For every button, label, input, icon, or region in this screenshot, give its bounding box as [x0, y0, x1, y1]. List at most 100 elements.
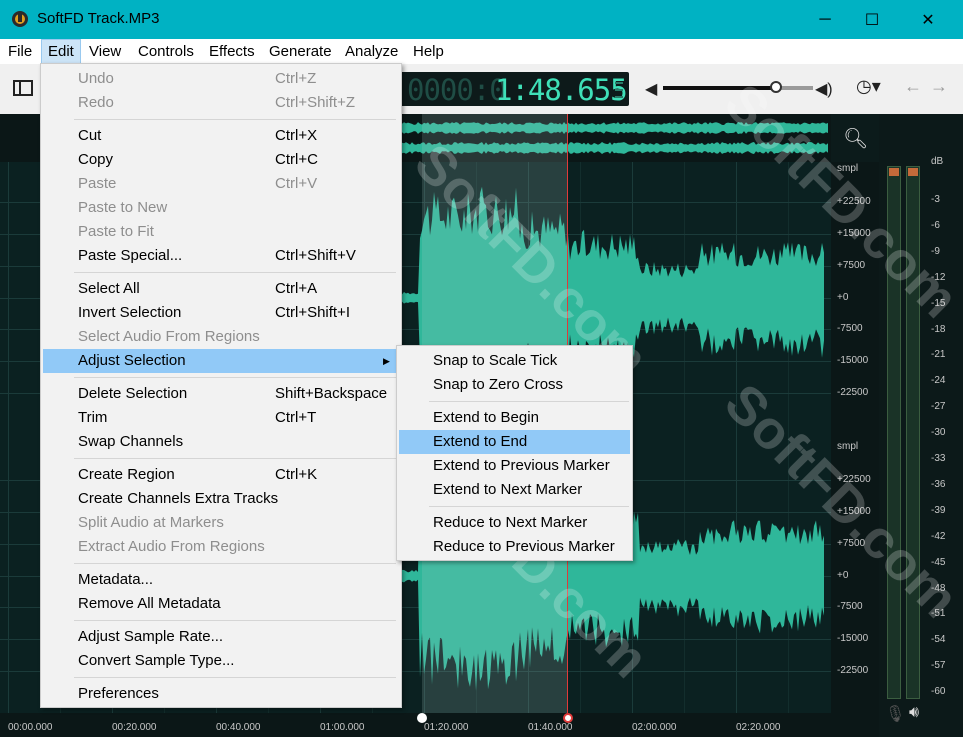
volume-slider-thumb[interactable] [769, 81, 782, 93]
menu-separator [74, 677, 396, 678]
adjust-selection-submenu: Snap to Scale Tick Snap to Zero Cross Ex… [396, 345, 633, 561]
peak-indicator [908, 168, 918, 176]
forward-arrow-icon[interactable]: → [930, 76, 948, 97]
time-label: 00:00.000 [8, 722, 53, 733]
menu-bar: File Edit View Controls Effects Generate… [0, 39, 963, 64]
menu-item-paste-to-fit[interactable]: Paste to Fit [43, 220, 399, 244]
menu-item-create-region[interactable]: Create Region Ctrl+K [43, 463, 399, 487]
playhead-marker[interactable] [563, 713, 573, 723]
meter-tick: -12 [931, 271, 946, 283]
title-bar: SoftFD Track.MP3 ─ ☐ ✕ [0, 0, 963, 39]
sidebar-toggle-icon[interactable] [13, 80, 33, 96]
scale-unit-top: smpl [837, 163, 859, 174]
menu-item-paste-special[interactable]: Paste Special... Ctrl+Shift+V [43, 244, 399, 268]
meter-tick: -24 [931, 375, 946, 387]
menu-item-create-channels-extra-tracks[interactable]: Create Channels Extra Tracks [43, 487, 399, 511]
submenu-item-extend-to-previous-marker[interactable]: Extend to Previous Marker [399, 454, 630, 478]
menu-analyze[interactable]: Analyze [339, 39, 404, 64]
meter-tick: -51 [931, 608, 946, 620]
submenu-item-snap-to-scale-tick[interactable]: Snap to Scale Tick [399, 349, 630, 373]
meter-tick: -15 [931, 297, 946, 309]
volume-icon[interactable]: ◀ [645, 79, 657, 99]
close-button[interactable]: ✕ [905, 0, 951, 39]
meter-tick: -18 [931, 323, 946, 335]
scale-tick: +22500 [837, 196, 871, 207]
menu-item-adjust-selection[interactable]: Adjust Selection ▶ [43, 349, 399, 373]
scale-tick: +15000 [837, 228, 871, 239]
menu-file[interactable]: File [2, 39, 38, 64]
menu-controls[interactable]: Controls [132, 39, 200, 64]
volume-slider[interactable] [663, 81, 813, 93]
meter-tick: -48 [931, 582, 946, 594]
menu-item-select-audio-from-regions[interactable]: Select Audio From Regions [43, 325, 399, 349]
menu-item-split-audio-at-markers[interactable]: Split Audio at Markers [43, 511, 399, 535]
time-ruler[interactable]: 00:00.000 00:20.000 00:40.000 01:00.000 … [0, 713, 879, 737]
edit-menu-dropdown: Undo Ctrl+Z Redo Ctrl+Shift+Z Cut Ctrl+X Co… [40, 63, 402, 708]
meter-tick: -21 [931, 349, 946, 361]
meter-tick: -30 [931, 427, 946, 439]
menu-item-adjust-sample-rate[interactable]: Adjust Sample Rate... [43, 625, 399, 649]
menu-item-paste-to-new[interactable]: Paste to New [43, 196, 399, 220]
menu-item-swap-channels[interactable]: Swap Channels [43, 430, 399, 454]
time-label: 00:20.000 [112, 722, 157, 733]
menu-item-undo[interactable]: Undo Ctrl+Z [43, 67, 399, 91]
speaker-icon[interactable]: 🔊︎ [909, 704, 919, 722]
minimize-button[interactable]: ─ [802, 0, 848, 39]
menu-item-preferences[interactable]: Preferences [43, 682, 399, 706]
maximize-button[interactable]: ☐ [849, 0, 895, 39]
meter-tick: -33 [931, 453, 946, 464]
menu-item-metadata[interactable]: Metadata... [43, 568, 399, 592]
menu-item-redo[interactable]: Redo Ctrl+Shift+Z [43, 91, 399, 115]
menu-view[interactable]: View [83, 39, 127, 64]
meter-tick: -6 [931, 219, 940, 231]
menu-help[interactable]: Help [407, 39, 450, 64]
time-label: 00:40.000 [216, 722, 261, 733]
menu-separator [74, 620, 396, 621]
menu-item-trim[interactable]: Trim Ctrl+T [43, 406, 399, 430]
menu-generate[interactable]: Generate [263, 39, 338, 64]
timecode-ghost-digits: 0000:0 [407, 73, 507, 107]
menu-item-select-all[interactable]: Select All Ctrl+A [43, 277, 399, 301]
scale-tick: -22500 [837, 387, 869, 398]
submenu-item-extend-to-end[interactable]: Extend to End [399, 430, 630, 454]
submenu-arrow-icon: ▶ [383, 356, 390, 366]
menu-edit[interactable]: Edit [41, 39, 81, 64]
scale-unit-bottom: smpl [837, 441, 859, 452]
submenu-item-snap-to-zero-cross[interactable]: Snap to Zero Cross [399, 373, 630, 397]
menu-item-cut[interactable]: Cut Ctrl+X [43, 124, 399, 148]
menu-item-convert-sample-type[interactable]: Convert Sample Type... [43, 649, 399, 673]
back-arrow-icon[interactable]: ← [904, 76, 922, 97]
menu-separator [429, 506, 629, 507]
scale-tick: -15000 [837, 633, 869, 644]
selection-start-marker[interactable] [417, 713, 427, 723]
time-label: 01:20.000 [424, 722, 469, 733]
clock-icon[interactable]: ◷▾ [856, 76, 881, 97]
menu-item-extract-audio-from-regions[interactable]: Extract Audio From Regions [43, 535, 399, 559]
volume-slider-fill [663, 86, 776, 90]
scale-tick: -7500 [837, 601, 863, 612]
menu-separator [74, 119, 396, 120]
scale-tick: +22500 [837, 474, 871, 485]
submenu-item-reduce-to-previous-marker[interactable]: Reduce to Previous Marker [399, 535, 630, 559]
volume-max-icon[interactable]: ◀) [815, 79, 833, 99]
level-meter-right [906, 166, 920, 699]
menu-item-delete-selection[interactable]: Delete Selection Shift+Backspace [43, 382, 399, 406]
submenu-item-extend-to-begin[interactable]: Extend to Begin [399, 406, 630, 430]
time-label: 02:20.000 [736, 722, 781, 733]
zoom-icon[interactable]: 🔍︎ [843, 126, 868, 151]
scale-tick: +15000 [837, 506, 871, 517]
microphone-icon[interactable]: 🎙︎ [885, 704, 905, 724]
submenu-item-reduce-to-next-marker[interactable]: Reduce to Next Marker [399, 511, 630, 535]
menu-item-paste[interactable]: Paste Ctrl+V [43, 172, 399, 196]
menu-separator [74, 272, 396, 273]
menu-item-remove-all-metadata[interactable]: Remove All Metadata [43, 592, 399, 616]
timecode-mode-icon[interactable] [615, 80, 623, 100]
scale-tick: -15000 [837, 355, 869, 366]
meter-tick: -42 [931, 530, 946, 542]
menu-effects[interactable]: Effects [203, 39, 261, 64]
menu-item-invert-selection[interactable]: Invert Selection Ctrl+Shift+I [43, 301, 399, 325]
meter-tick: -3 [931, 194, 940, 205]
amplitude-scale: smpl +22500 +15000 +7500 +0 -7500 -15000… [831, 162, 879, 713]
submenu-item-extend-to-next-marker[interactable]: Extend to Next Marker [399, 478, 630, 502]
menu-item-copy[interactable]: Copy Ctrl+C [43, 148, 399, 172]
